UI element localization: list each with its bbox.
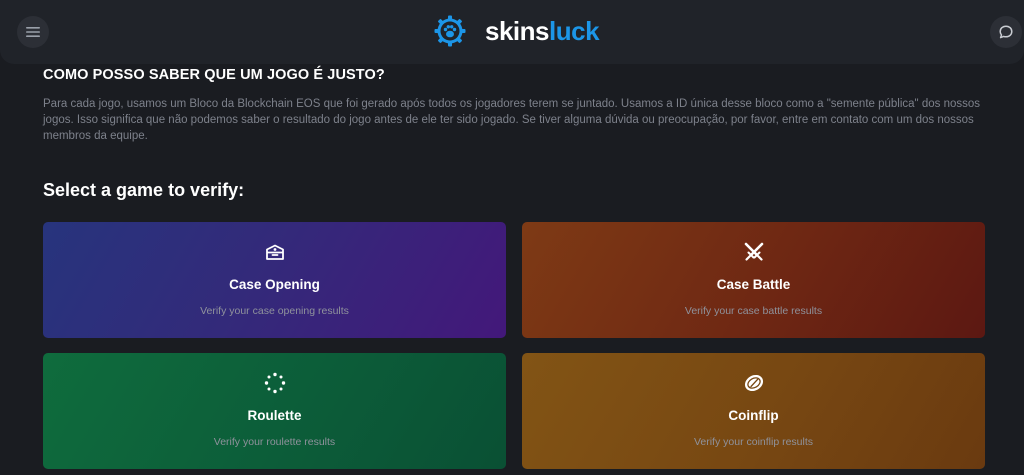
card-title: Case Battle xyxy=(716,277,791,292)
logo-text-skins: skins xyxy=(485,15,550,46)
case-battle-card[interactable]: Case Battle Verify your case battle resu… xyxy=(522,222,985,338)
roulette-card[interactable]: Roulette Verify your roulette results xyxy=(43,353,506,469)
verify-section-title: Select a game to verify: xyxy=(43,180,245,200)
card-title: Case Opening xyxy=(229,277,320,292)
site-logo[interactable]: skinsluck xyxy=(434,13,600,49)
top-navigation-bar: skinsluck xyxy=(0,0,1024,64)
crossed-swords-icon xyxy=(744,242,763,261)
chat-bubble-icon xyxy=(999,25,1013,39)
card-subtitle: Verify your roulette results xyxy=(213,436,336,448)
chat-button[interactable] xyxy=(990,16,1022,48)
card-subtitle: Verify your case opening results xyxy=(200,305,349,317)
case-crate-icon xyxy=(265,244,284,260)
card-subtitle: Verify your case battle results xyxy=(684,305,823,317)
case-opening-card[interactable]: Case Opening Verify your case opening re… xyxy=(43,222,506,338)
card-title: Roulette xyxy=(247,408,302,423)
coin-icon xyxy=(744,374,763,392)
menu-button[interactable] xyxy=(17,16,49,48)
card-subtitle: Verify your coinflip results xyxy=(693,436,814,448)
faq-title: COMO POSSO SABER QUE UM JOGO É JUSTO? xyxy=(43,67,385,83)
hamburger-menu-icon xyxy=(26,27,40,37)
faq-description: Para cada jogo, usamos um Bloco da Block… xyxy=(43,98,981,142)
paw-gear-icon xyxy=(434,15,466,47)
logo-text-luck: luck xyxy=(549,15,600,46)
roulette-dots-icon xyxy=(264,372,285,394)
card-title: Coinflip xyxy=(728,408,779,423)
logo-wordmark: skinsluck xyxy=(485,15,600,47)
coinflip-card[interactable]: Coinflip Verify your coinflip results xyxy=(522,353,985,469)
